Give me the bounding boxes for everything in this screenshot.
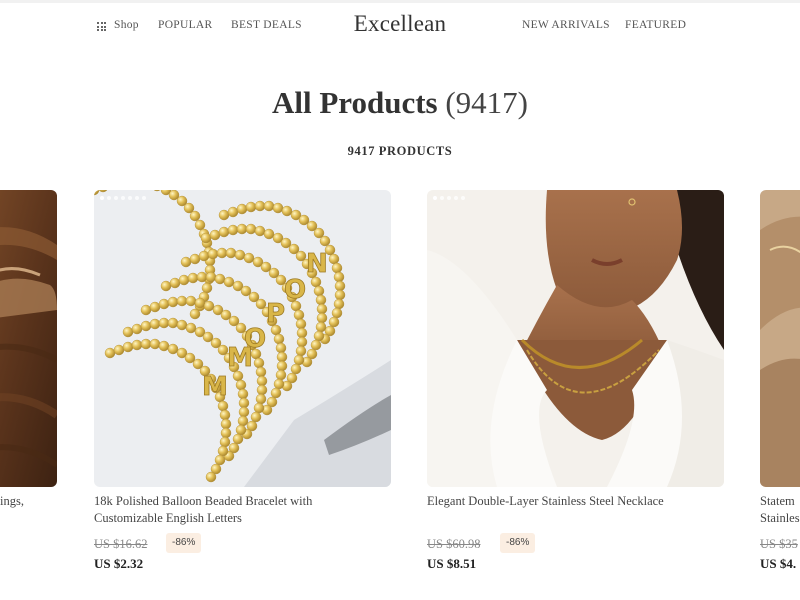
product-count: 9417 PRODUCTS (347, 144, 453, 158)
svg-text:P: P (266, 299, 285, 329)
product-image[interactable] (427, 190, 724, 487)
product-name[interactable]: 18k Polished Balloon Beaded Bracelet wit… (94, 493, 384, 527)
page-title-count: (9417) (445, 85, 529, 120)
product-image[interactable] (0, 190, 57, 487)
original-price: US $16.62 (94, 537, 148, 551)
svg-text:O: O (284, 275, 306, 305)
product-name[interactable]: ings, (0, 493, 60, 510)
product-name[interactable]: Elegant Double-Layer Stainless Steel Nec… (427, 493, 717, 510)
sale-price: US $4. (760, 556, 797, 571)
page-title-text: All Products (271, 85, 438, 120)
original-price: US $35 (760, 537, 798, 551)
sale-price: US $2.32 (94, 556, 144, 571)
nav-new-arrivals[interactable]: NEW ARRIVALS (522, 19, 610, 31)
nav-featured[interactable]: FEATURED (625, 19, 686, 31)
product-image[interactable]: N O P O M M (94, 190, 391, 487)
svg-text:M: M (227, 343, 253, 373)
image-carousel-dots[interactable] (433, 196, 465, 200)
product-name[interactable]: Statem Stainles (760, 493, 800, 527)
image-carousel-dots[interactable] (100, 196, 146, 200)
original-price: US $60.98 (427, 537, 481, 551)
product-card[interactable]: Statem Stainles US $35 US $4. (760, 190, 800, 590)
product-image[interactable] (760, 190, 800, 487)
sale-price: US $8.51 (427, 556, 477, 571)
discount-badge: -86% (500, 533, 536, 553)
svg-text:M: M (202, 372, 228, 402)
page-title: All Products (9417) (0, 85, 800, 121)
top-border (0, 0, 800, 3)
svg-text:N: N (306, 249, 328, 279)
discount-badge: -86% (166, 533, 202, 553)
